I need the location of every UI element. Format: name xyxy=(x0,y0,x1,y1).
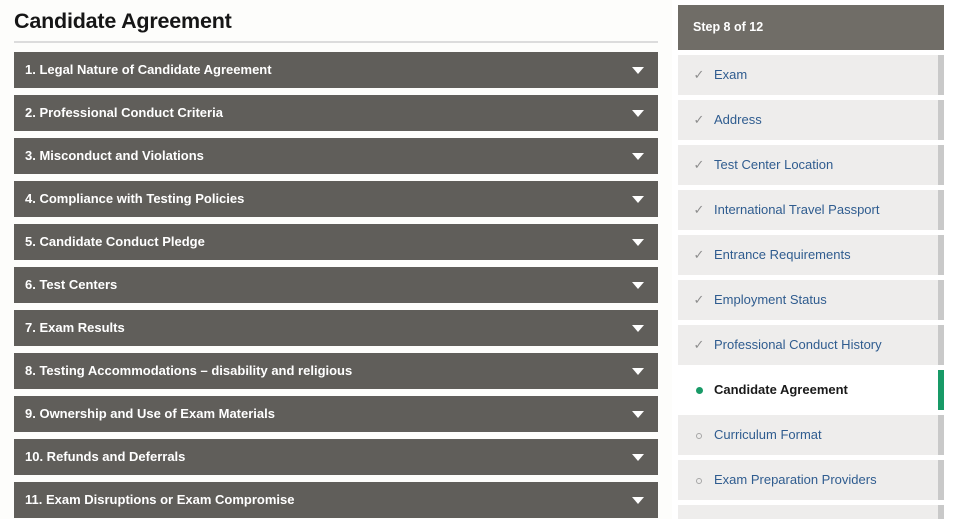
accordion-header[interactable]: 8. Testing Accommodations – disability a… xyxy=(14,353,658,389)
empty-circle-icon xyxy=(691,505,707,519)
sidebar-step-item[interactable]: ✓ Exam xyxy=(678,55,944,95)
current-dot-icon xyxy=(691,370,707,410)
check-icon: ✓ xyxy=(693,292,705,307)
step-progress-track xyxy=(938,325,944,365)
accordion-header[interactable]: 7. Exam Results xyxy=(14,310,658,346)
chevron-down-icon[interactable] xyxy=(632,239,644,246)
sidebar-step-label: International Travel Passport xyxy=(714,202,880,217)
sidebar-step-label: Exam xyxy=(714,67,748,82)
page-root: Candidate Agreement 1. Legal Nature of C… xyxy=(0,0,957,519)
accordion-header-label: 6. Test Centers xyxy=(25,277,118,292)
accordion-header[interactable]: 4. Compliance with Testing Policies xyxy=(14,181,658,217)
sidebar-step-item[interactable]: ✓ Professional Conduct History xyxy=(678,325,944,365)
accordion-header[interactable]: 3. Misconduct and Violations xyxy=(14,138,658,174)
sidebar-step-item[interactable]: ✓ International Travel Passport xyxy=(678,190,944,230)
sidebar-step-label: Exam Preparation Providers xyxy=(714,472,877,487)
chevron-down-icon[interactable] xyxy=(632,67,644,74)
sidebar-step-item[interactable]: ✓ Address xyxy=(678,100,944,140)
accordion-header-label: 4. Compliance with Testing Policies xyxy=(25,191,245,206)
chevron-down-icon[interactable] xyxy=(632,411,644,418)
sidebar-step-item[interactable]: Curriculum Format xyxy=(678,415,944,455)
chevron-down-icon[interactable] xyxy=(632,196,644,203)
sidebar-step-label: Candidate Agreement xyxy=(714,382,848,397)
sidebar-step-item[interactable]: ✓ Entrance Requirements xyxy=(678,235,944,275)
check-icon: ✓ xyxy=(693,247,705,262)
sidebar-step-item[interactable]: ✓ Test Center Location xyxy=(678,145,944,185)
step-counter-header: Step 8 of 12 xyxy=(678,5,944,50)
accordion-header-label: 5. Candidate Conduct Pledge xyxy=(25,234,205,249)
empty-circle-icon xyxy=(691,415,707,455)
title-divider xyxy=(14,41,658,43)
chevron-down-icon[interactable] xyxy=(632,497,644,504)
accordion-header-label: 3. Misconduct and Violations xyxy=(25,148,204,163)
step-progress-track xyxy=(938,100,944,140)
sidebar-step-label: Address xyxy=(714,112,762,127)
chevron-down-icon[interactable] xyxy=(632,110,644,117)
step-progress-track xyxy=(938,505,944,519)
check-icon: ✓ xyxy=(693,157,705,172)
sidebar-step-label xyxy=(714,505,930,519)
check-icon: ✓ xyxy=(693,67,705,82)
page-title: Candidate Agreement xyxy=(14,9,232,33)
main-content: Candidate Agreement 1. Legal Nature of C… xyxy=(0,0,672,519)
step-list: ✓ Exam ✓ Address ✓ Test Center Location ✓ Inter… xyxy=(678,55,944,519)
step-progress-track xyxy=(938,280,944,320)
chevron-down-icon[interactable] xyxy=(632,454,644,461)
accordion-header[interactable]: 11. Exam Disruptions or Exam Compromise xyxy=(14,482,658,518)
sidebar-step-label: Professional Conduct History xyxy=(714,337,882,352)
accordion-header[interactable]: 9. Ownership and Use of Exam Materials xyxy=(14,396,658,432)
accordion-header-label: 2. Professional Conduct Criteria xyxy=(25,105,223,120)
step-progress-track xyxy=(938,190,944,230)
accordion-header-label: 7. Exam Results xyxy=(25,320,125,335)
check-icon: ✓ xyxy=(693,202,705,217)
step-counter-label: Step 8 of 12 xyxy=(693,20,764,34)
check-icon: ✓ xyxy=(693,337,705,352)
check-icon: ✓ xyxy=(693,112,705,127)
accordion-header-label: 10. Refunds and Deferrals xyxy=(25,449,186,464)
accordion-header-label: 1. Legal Nature of Candidate Agreement xyxy=(25,62,272,77)
step-progress-track xyxy=(938,460,944,500)
sidebar-step-item[interactable]: Exam Preparation Providers xyxy=(678,460,944,500)
step-progress-track xyxy=(938,415,944,455)
sidebar-step-label: Employment Status xyxy=(714,292,827,307)
accordion-header[interactable]: 6. Test Centers xyxy=(14,267,658,303)
step-progress-track xyxy=(938,55,944,95)
empty-circle-icon xyxy=(691,460,707,500)
accordion-header[interactable]: 5. Candidate Conduct Pledge xyxy=(14,224,658,260)
step-progress-track xyxy=(938,235,944,275)
step-progress-track xyxy=(938,145,944,185)
accordion-header-label: 8. Testing Accommodations – disability a… xyxy=(25,363,353,378)
accordion-header[interactable]: 1. Legal Nature of Candidate Agreement xyxy=(14,52,658,88)
accordion-header-label: 11. Exam Disruptions or Exam Compromise xyxy=(25,492,295,507)
chevron-down-icon[interactable] xyxy=(632,153,644,160)
accordion-header-label: 9. Ownership and Use of Exam Materials xyxy=(25,406,275,421)
chevron-down-icon[interactable] xyxy=(632,325,644,332)
sidebar-step-label: Entrance Requirements xyxy=(714,247,851,262)
step-progress-track xyxy=(938,370,944,410)
progress-sidebar: Step 8 of 12 ✓ Exam ✓ Address ✓ Test Center L… xyxy=(678,0,957,519)
chevron-down-icon[interactable] xyxy=(632,282,644,289)
accordion-list: 1. Legal Nature of Candidate Agreement 2.… xyxy=(14,52,658,519)
sidebar-step-label: Curriculum Format xyxy=(714,427,822,442)
sidebar-step-label: Test Center Location xyxy=(714,157,834,172)
sidebar-step-item[interactable]: ✓ Employment Status xyxy=(678,280,944,320)
chevron-down-icon[interactable] xyxy=(632,368,644,375)
accordion-header[interactable]: 2. Professional Conduct Criteria xyxy=(14,95,658,131)
accordion-header[interactable]: 10. Refunds and Deferrals xyxy=(14,439,658,475)
sidebar-step-item[interactable]: Candidate Agreement xyxy=(678,370,944,410)
sidebar-step-item[interactable] xyxy=(678,505,944,519)
